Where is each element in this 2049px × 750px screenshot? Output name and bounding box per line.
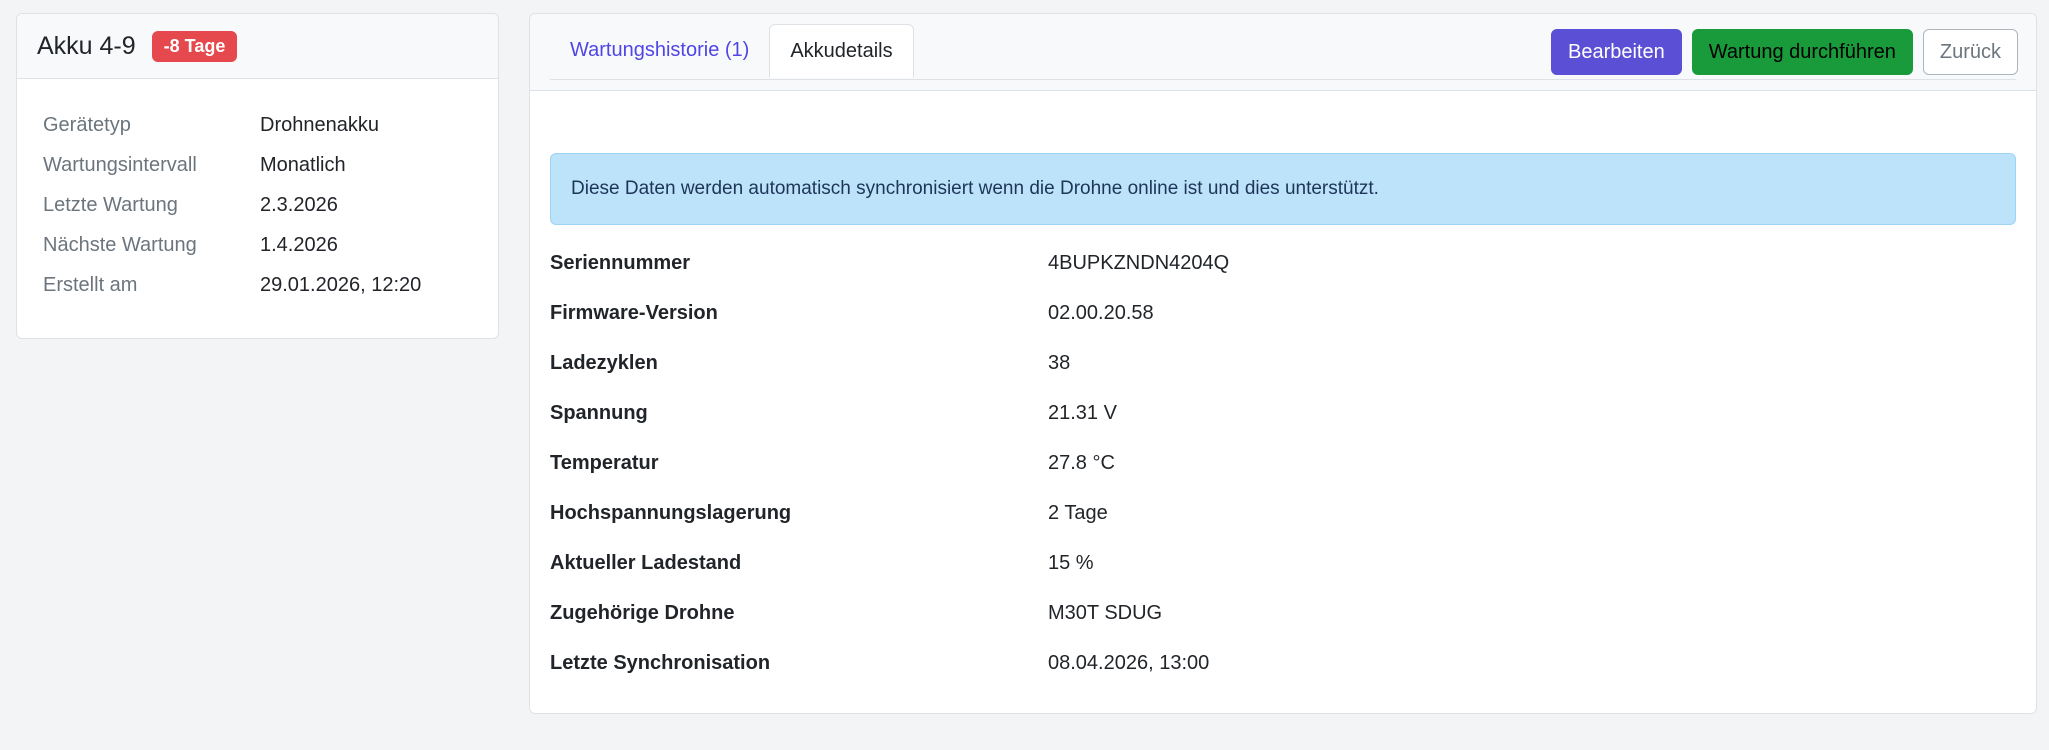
device-summary-card: Akku 4-9 -8 Tage Gerätetyp Drohnenakku W… [16, 13, 499, 339]
prop-label: Nächste Wartung [43, 233, 197, 256]
tab-maintenance-history[interactable]: Wartungshistorie (1) [550, 24, 769, 77]
prop-label: Gerätetyp [43, 113, 131, 136]
spec-row-voltage: Spannung 21.31 V [550, 388, 2016, 438]
spec-value: 02.00.20.58 [1048, 301, 1154, 324]
perform-maintenance-button[interactable]: Wartung durchführen [1691, 29, 1913, 75]
prop-value: Monatlich [260, 153, 346, 176]
battery-spec-table: Seriennummer 4BUPKZNDN4204Q Firmware-Ver… [550, 238, 2016, 688]
spec-label: Ladezyklen [550, 351, 658, 374]
spec-value: 08.04.2026, 13:00 [1048, 651, 1210, 674]
spec-row-charge-cycles: Ladezyklen 38 [550, 338, 2016, 388]
prop-row-last-maintenance: Letzte Wartung 2.3.2026 [43, 185, 498, 225]
spec-label: Zugehörige Drohne [550, 601, 735, 624]
prop-row-maintenance-interval: Wartungsintervall Monatlich [43, 145, 498, 185]
panel-header: Wartungshistorie (1) Akkudetails Bearbei… [530, 14, 2036, 91]
spec-label: Letzte Synchronisation [550, 651, 771, 674]
prop-row-created-at: Erstellt am 29.01.2026, 12:20 [43, 265, 498, 305]
spec-row-high-voltage-storage: Hochspannungslagerung 2 Tage [550, 488, 2016, 538]
spec-row-temperature: Temperatur 27.8 °C [550, 438, 2016, 488]
device-properties: Gerätetyp Drohnenakku Wartungsintervall … [17, 79, 498, 305]
spec-label: Aktueller Ladestand [550, 551, 742, 574]
spec-value: 15 % [1048, 551, 1094, 574]
prop-value: Drohnenakku [260, 113, 379, 136]
sync-info-text: Diese Daten werden automatisch synchroni… [571, 178, 1379, 199]
spec-value: 21.31 V [1048, 401, 1117, 424]
spec-label: Temperatur [550, 451, 659, 474]
spec-label: Seriennummer [550, 251, 691, 274]
panel-body: Diese Daten werden automatisch synchroni… [530, 153, 2036, 688]
prop-label: Letzte Wartung [43, 193, 178, 216]
spec-value: 2 Tage [1048, 501, 1108, 524]
sync-info-alert: Diese Daten werden automatisch synchroni… [550, 153, 2016, 225]
battery-details-panel: Wartungshistorie (1) Akkudetails Bearbei… [529, 13, 2037, 714]
spec-value: 4BUPKZNDN4204Q [1048, 251, 1230, 274]
spec-row-firmware-version: Firmware-Version 02.00.20.58 [550, 288, 2016, 338]
spec-label: Firmware-Version [550, 301, 718, 324]
spec-label: Hochspannungslagerung [550, 501, 792, 524]
device-card-header: Akku 4-9 -8 Tage [17, 14, 498, 79]
prop-row-next-maintenance: Nächste Wartung 1.4.2026 [43, 225, 498, 265]
spec-row-serial-number: Seriennummer 4BUPKZNDN4204Q [550, 238, 2016, 288]
prop-row-device-type: Gerätetyp Drohnenakku [43, 105, 498, 145]
spec-row-linked-drone: Zugehörige Drohne M30T SDUG [550, 588, 2016, 638]
prop-value: 2.3.2026 [260, 193, 338, 216]
tab-battery-details[interactable]: Akkudetails [769, 24, 914, 78]
spec-label: Spannung [550, 401, 648, 424]
device-title: Akku 4-9 [37, 31, 136, 60]
spec-value: 27.8 °C [1048, 451, 1115, 474]
back-button[interactable]: Zurück [1922, 29, 2018, 75]
spec-row-last-sync: Letzte Synchronisation 08.04.2026, 13:00 [550, 638, 2016, 688]
overdue-badge: -8 Tage [151, 30, 238, 62]
spec-row-charge-level: Aktueller Ladestand 15 % [550, 538, 2016, 588]
action-buttons: Bearbeiten Wartung durchführen Zurück [1550, 29, 2018, 75]
prop-label: Erstellt am [43, 273, 138, 296]
prop-label: Wartungsintervall [43, 153, 197, 176]
prop-value: 1.4.2026 [260, 233, 338, 256]
spec-value: 38 [1048, 351, 1071, 374]
prop-value: 29.01.2026, 12:20 [260, 273, 422, 296]
edit-button[interactable]: Bearbeiten [1550, 29, 1682, 75]
spec-value: M30T SDUG [1048, 601, 1163, 624]
